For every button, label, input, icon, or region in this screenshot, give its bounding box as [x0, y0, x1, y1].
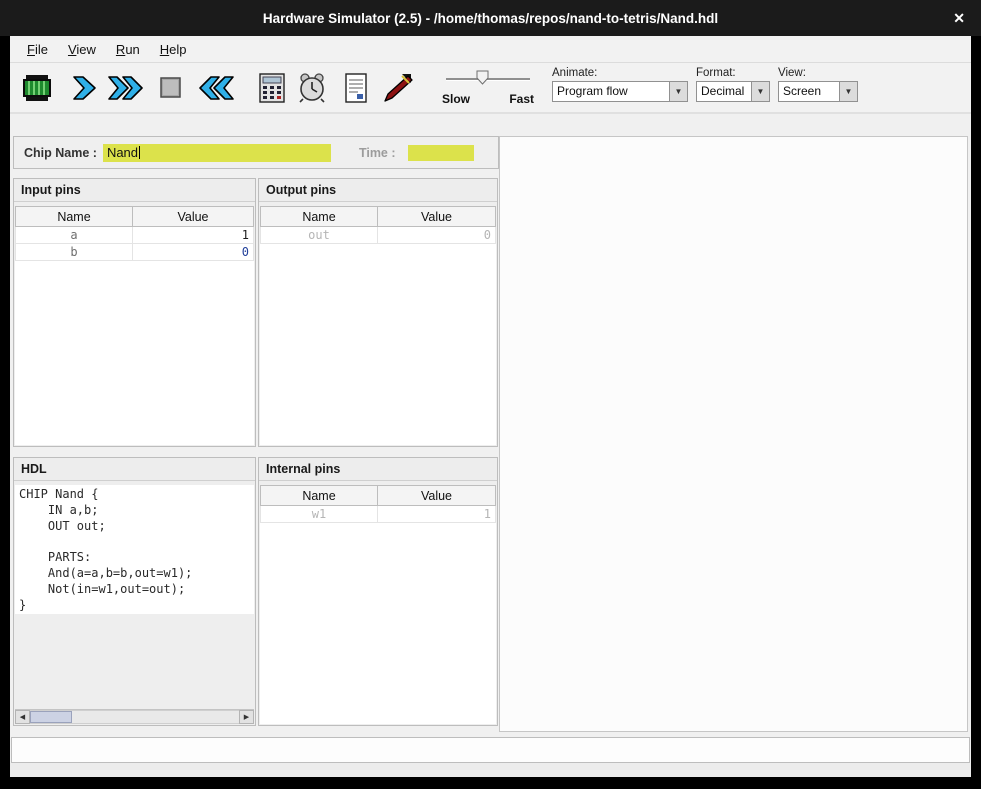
footer-strip — [10, 763, 971, 777]
chip-name-label: Chip Name : — [24, 146, 97, 160]
horizontal-scrollbar[interactable]: ◀ ▶ — [15, 709, 254, 724]
time-display — [408, 145, 474, 161]
pin-name-cell: out — [261, 227, 378, 244]
scroll-right-icon[interactable]: ▶ — [239, 710, 254, 724]
format-label: Format: — [696, 67, 770, 79]
script-icon[interactable] — [342, 68, 370, 108]
chip-name-value: Nand — [107, 145, 138, 160]
text-caret — [139, 146, 140, 159]
column-header-name: Name — [16, 207, 133, 227]
chevron-down-icon[interactable]: ▼ — [669, 82, 687, 101]
slider-slow-label: Slow — [442, 92, 470, 106]
menu-help[interactable]: Help — [151, 38, 196, 61]
column-header-name: Name — [261, 486, 378, 506]
slider-thumb[interactable] — [476, 70, 489, 85]
internal-pins-title: Internal pins — [259, 458, 497, 481]
hdl-title: HDL — [14, 458, 255, 481]
time-label: Time : — [359, 146, 396, 160]
view-value: Screen — [779, 84, 821, 98]
chevron-down-icon[interactable]: ▼ — [839, 82, 857, 101]
speed-slider[interactable]: Slow Fast — [442, 68, 534, 108]
input-pins-title: Input pins — [14, 179, 255, 202]
output-pins-panel: Output pins Name Value out 0 — [258, 178, 498, 447]
pin-name-cell: b — [16, 244, 133, 261]
load-chip-icon[interactable] — [20, 68, 54, 108]
table-row[interactable]: a 1 — [16, 227, 254, 244]
run-icon[interactable] — [106, 68, 146, 108]
right-display-area — [499, 136, 968, 732]
column-header-value: Value — [378, 207, 496, 227]
pin-value-cell: 1 — [378, 506, 496, 523]
animate-select[interactable]: Program flow ▼ — [552, 81, 688, 102]
view-select[interactable]: Screen ▼ — [778, 81, 858, 102]
calculator-icon[interactable] — [256, 68, 288, 108]
format-select[interactable]: Decimal ▼ — [696, 81, 770, 102]
animate-label: Animate: — [552, 67, 688, 79]
pin-value-cell[interactable]: 1 — [133, 227, 254, 244]
clock-icon[interactable] — [296, 68, 328, 108]
animate-value: Program flow — [553, 84, 628, 98]
pin-name-cell: a — [16, 227, 133, 244]
hdl-code[interactable]: CHIP Nand { IN a,b; OUT out; PARTS: And(… — [15, 485, 254, 613]
stop-icon[interactable] — [158, 68, 184, 108]
breakpoint-icon[interactable] — [378, 68, 414, 108]
view-label: View: — [778, 67, 858, 79]
close-icon[interactable]: ✕ — [953, 0, 965, 36]
menu-file[interactable]: File — [18, 38, 57, 61]
hdl-code-area[interactable]: CHIP Nand { IN a,b; OUT out; PARTS: And(… — [15, 485, 254, 614]
chip-name-input[interactable]: Nand — [103, 144, 331, 162]
title-bar: Hardware Simulator (2.5) - /home/thomas/… — [0, 0, 981, 36]
status-bar — [11, 737, 970, 763]
hdl-panel: HDL CHIP Nand { IN a,b; OUT out; PARTS: … — [13, 457, 256, 726]
column-header-value: Value — [133, 207, 254, 227]
scrollbar-thumb[interactable] — [30, 711, 72, 723]
scroll-left-icon[interactable]: ◀ — [15, 710, 30, 724]
menu-view[interactable]: View — [59, 38, 105, 61]
menu-bar: File View Run Help — [10, 36, 971, 63]
table-row[interactable]: b 0 — [16, 244, 254, 261]
format-value: Decimal — [697, 84, 744, 98]
column-header-name: Name — [261, 207, 378, 227]
scrollbar-track[interactable] — [30, 710, 239, 724]
pin-value-cell: 0 — [378, 227, 496, 244]
internal-pins-panel: Internal pins Name Value w1 1 — [258, 457, 498, 726]
toolbar: Slow Fast Animate: Program flow ▼ Format… — [10, 63, 971, 114]
reset-icon[interactable] — [196, 68, 236, 108]
chip-name-bar: Chip Name : Nand Time : — [13, 136, 499, 169]
pin-value-cell-selected[interactable]: 0 — [133, 244, 254, 261]
table-row[interactable]: w1 1 — [261, 506, 496, 523]
menu-run[interactable]: Run — [107, 38, 149, 61]
input-pins-panel: Input pins Name Value a 1 — [13, 178, 256, 447]
output-pins-title: Output pins — [259, 179, 497, 202]
window-title: Hardware Simulator (2.5) - /home/thomas/… — [263, 11, 718, 26]
pin-name-cell: w1 — [261, 506, 378, 523]
table-row[interactable]: out 0 — [261, 227, 496, 244]
single-step-icon[interactable] — [70, 68, 98, 108]
chevron-down-icon[interactable]: ▼ — [751, 82, 769, 101]
slider-fast-label: Fast — [509, 92, 534, 106]
column-header-value: Value — [378, 486, 496, 506]
main-area: Chip Name : Nand Time : Input pins Name … — [10, 114, 971, 735]
